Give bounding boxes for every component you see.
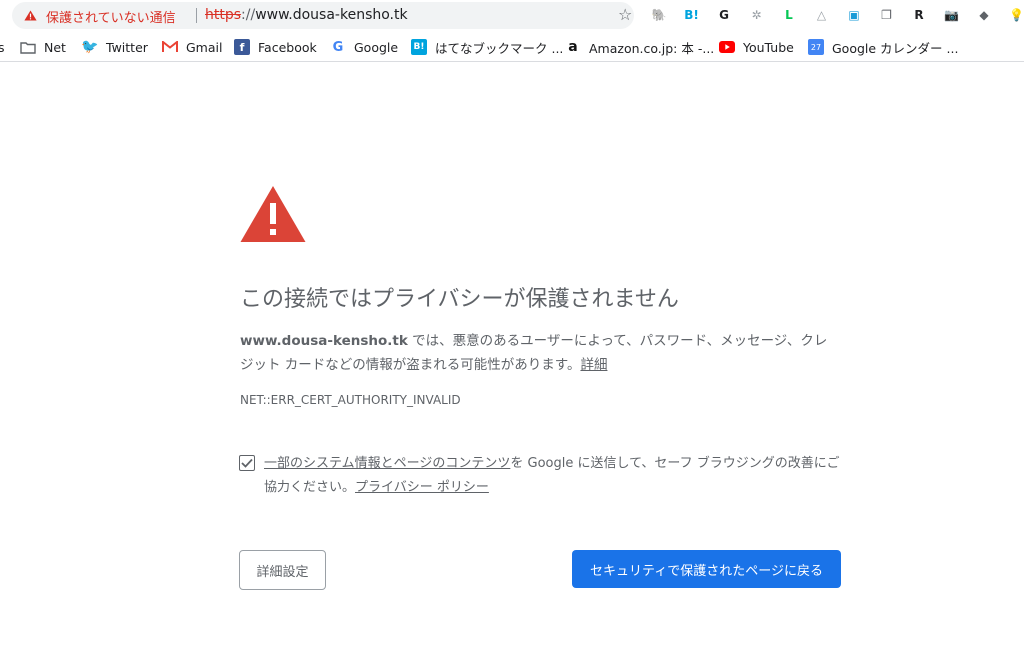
omnibox-divider xyxy=(196,8,197,23)
main-heading: この接続ではプライバシーが保護されません xyxy=(240,287,679,312)
bookmark-label: はてなブックマーク ... xyxy=(435,40,564,56)
bookmark-label: Amazon.co.jp: 本 -... xyxy=(589,40,715,56)
layers-icon[interactable]: ◆ xyxy=(976,7,992,23)
bookmark-label: YouTube xyxy=(743,39,794,55)
bookmark-label: Facebook xyxy=(258,39,317,55)
bookmark-label: s xyxy=(0,39,5,55)
bookmark-google[interactable]: G Google xyxy=(330,38,398,56)
hatena-icon: B! xyxy=(411,39,427,55)
bookmark-google-calendar[interactable]: 27 Google カレンダー ... xyxy=(808,38,958,56)
site-host: www.dousa-kensho.tk xyxy=(240,333,408,349)
bookmark-star-icon[interactable]: ☆ xyxy=(618,7,632,23)
google-icon: G xyxy=(332,39,344,55)
rakuten-icon[interactable]: R xyxy=(911,7,927,23)
security-state-label[interactable]: 保護されていない通信 xyxy=(46,7,176,26)
bookmark-folder-net[interactable]: Net xyxy=(20,38,66,56)
gmail-icon xyxy=(162,39,178,55)
bookmark-youtube[interactable]: YouTube xyxy=(719,38,794,56)
back-to-safety-button[interactable]: セキュリティで保護されたページに戻る xyxy=(572,550,841,588)
details-link[interactable]: 詳細 xyxy=(580,357,607,373)
explanation-paragraph: www.dousa-kensho.tk では、悪意のあるユーザーによって、パスワ… xyxy=(240,329,840,377)
warning-icon xyxy=(240,186,306,242)
folder-icon xyxy=(20,39,36,55)
calendar-icon: 27 xyxy=(808,39,824,55)
twitter-icon: 🐦 xyxy=(81,39,99,55)
bookmark-twitter[interactable]: 🐦 Twitter xyxy=(81,38,148,56)
facebook-icon: f xyxy=(234,39,250,55)
bookmark-label: Twitter xyxy=(106,39,148,55)
safe-browsing-checkbox[interactable] xyxy=(239,455,255,471)
window-ext-icon[interactable]: ▣ xyxy=(846,7,862,23)
evernote-icon[interactable]: 🐘 xyxy=(651,7,667,23)
bookmark-gmail[interactable]: Gmail xyxy=(162,38,222,56)
browser-toolbar: 保護されていない通信 https://www.dousa-kensho.tk ☆… xyxy=(0,0,1024,33)
amazon-icon: a xyxy=(568,39,578,55)
url-scheme: https xyxy=(205,7,242,23)
check-icon xyxy=(241,458,253,468)
drive-icon[interactable]: △ xyxy=(814,7,830,23)
bookmark-amazon[interactable]: a Amazon.co.jp: 本 -... xyxy=(565,38,714,56)
settings-ext-icon[interactable]: ✲ xyxy=(749,7,765,23)
bookmark-label: Google カレンダー ... xyxy=(832,40,959,56)
error-code: NET::ERR_CERT_AUTHORITY_INVALID xyxy=(240,393,461,407)
youtube-icon xyxy=(719,39,735,55)
hatena-bookmark-ext-icon[interactable]: B! xyxy=(684,7,700,23)
omnibox[interactable]: 保護されていない通信 https://www.dousa-kensho.tk ☆ xyxy=(12,2,634,29)
bulb-icon[interactable]: 💡 xyxy=(1009,7,1024,23)
bookmark-facebook[interactable]: f Facebook xyxy=(234,38,317,56)
bookmark-label: Google xyxy=(354,39,399,55)
grammarly-icon[interactable]: G xyxy=(716,7,732,23)
url-host: www.dousa-kensho.tk xyxy=(255,7,408,23)
camera-icon[interactable]: 📷 xyxy=(944,7,960,23)
line-icon[interactable]: L xyxy=(781,7,797,23)
warning-icon[interactable] xyxy=(24,10,37,21)
url-text[interactable]: https://www.dousa-kensho.tk xyxy=(205,7,408,23)
bookmark-item[interactable]: s xyxy=(0,38,5,56)
url-separator: :// xyxy=(241,7,256,23)
calendar-day: 27 xyxy=(810,42,822,52)
bookmarks-bar: s Net 🐦 Twitter Gmail f Facebook G Googl… xyxy=(0,33,1024,62)
privacy-policy-link[interactable]: プライバシー ポリシー xyxy=(355,480,489,495)
bookmark-hatena[interactable]: B! はてなブックマーク ... xyxy=(411,38,563,56)
advanced-button[interactable]: 詳細設定 xyxy=(239,550,326,590)
safe-browsing-optin-text: 一部のシステム情報とページのコンテンツを Google に送信して、セーフ ブラ… xyxy=(264,452,844,500)
system-info-link[interactable]: 一部のシステム情報とページのコンテンツ xyxy=(264,456,510,471)
bookmark-label: Net xyxy=(44,39,66,55)
bookmark-label: Gmail xyxy=(186,39,223,55)
copy-icon[interactable]: ❐ xyxy=(879,7,895,23)
